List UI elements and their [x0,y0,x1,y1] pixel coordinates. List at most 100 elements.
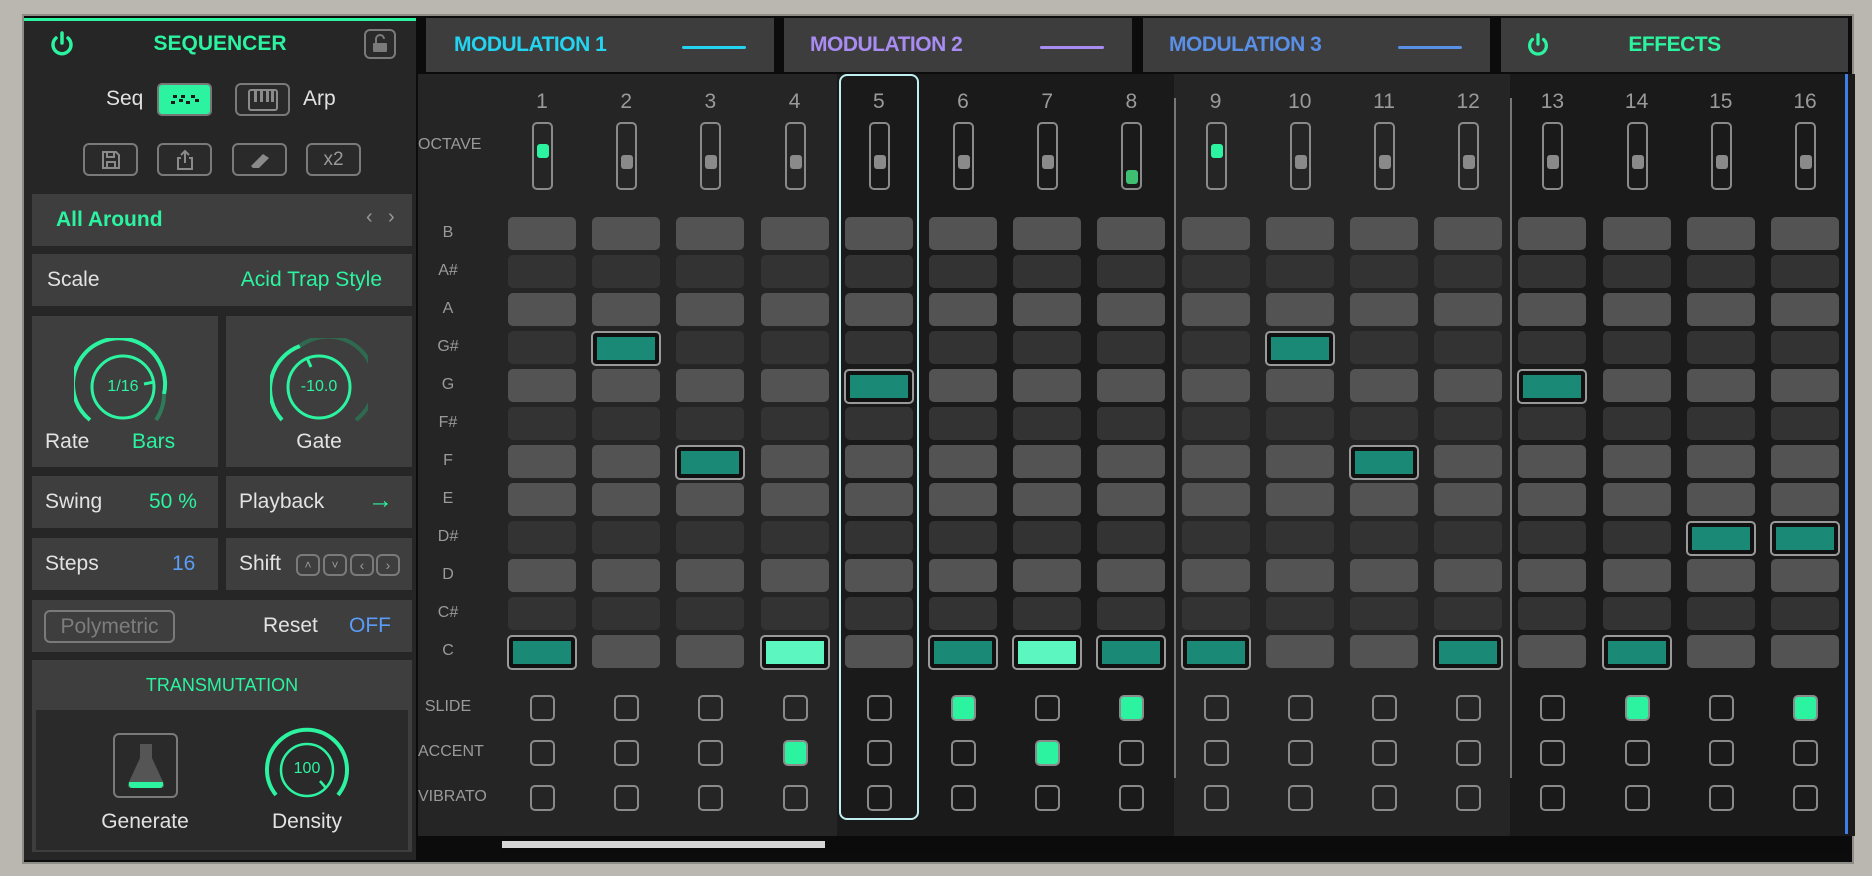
slide-toggle[interactable] [614,695,640,721]
note-cell[interactable] [1518,293,1587,326]
note-cell[interactable] [676,293,745,326]
slide-toggle[interactable] [1035,695,1061,721]
note-cell[interactable] [592,445,661,478]
note-cell[interactable] [760,407,829,440]
note-cell[interactable] [592,521,661,554]
note-cell[interactable] [1350,521,1418,554]
note-cell[interactable] [929,255,997,288]
slide-toggle[interactable] [1540,695,1566,721]
note-cell-active[interactable] [1770,521,1840,556]
note-cell[interactable] [760,293,829,326]
note-cell[interactable] [1013,255,1082,288]
note-cell[interactable] [1181,445,1250,478]
octave-slider[interactable] [1289,122,1311,190]
note-cell[interactable] [676,407,745,440]
arp-mode-button[interactable] [235,83,290,116]
vibrato-toggle[interactable] [782,785,808,811]
note-cell[interactable] [1602,559,1671,592]
horizontal-scrollbar[interactable] [500,836,1848,854]
note-cell[interactable] [1181,369,1250,402]
vibrato-toggle[interactable] [1708,785,1734,811]
shift-right-button[interactable]: › [376,554,400,576]
note-cell[interactable] [1265,407,1334,440]
note-cell[interactable] [676,559,745,592]
note-cell[interactable] [1686,255,1755,288]
note-cell[interactable] [1434,293,1503,326]
generate-button[interactable] [113,733,178,798]
note-cell[interactable] [1013,293,1082,326]
note-cell[interactable] [1181,331,1250,364]
note-cell[interactable] [760,597,829,630]
octave-handle[interactable] [1547,155,1560,169]
octave-slider[interactable] [784,122,806,190]
vibrato-toggle[interactable] [1035,785,1061,811]
octave-slider[interactable] [1458,122,1480,190]
note-cell[interactable] [760,217,829,250]
playback-control[interactable]: Playback → [226,476,412,528]
seq-mode-button[interactable] [157,83,212,116]
note-cell[interactable] [592,369,661,402]
note-cell[interactable] [1013,521,1082,554]
note-cell[interactable] [1434,483,1503,516]
note-cell[interactable] [1771,255,1839,288]
note-cell[interactable] [1602,483,1671,516]
note-cell[interactable] [1181,255,1250,288]
note-cell[interactable] [1181,217,1250,250]
slide-toggle[interactable] [1456,695,1482,721]
note-cell[interactable] [676,255,745,288]
note-cell-active[interactable] [675,445,746,480]
note-cell[interactable] [1265,521,1334,554]
lock-button[interactable] [364,29,396,59]
note-cell[interactable] [1771,407,1839,440]
next-preset-icon[interactable]: › [388,206,395,229]
note-cell[interactable] [1013,407,1082,440]
octave-slider[interactable] [1374,122,1395,190]
note-cell[interactable] [1518,635,1587,668]
accent-toggle[interactable] [1372,740,1397,766]
note-cell[interactable] [1518,445,1587,478]
note-cell[interactable] [1518,407,1587,440]
note-cell[interactable] [1518,597,1587,630]
note-cell[interactable] [592,559,661,592]
note-cell[interactable] [1771,369,1839,402]
note-cell[interactable] [508,597,576,630]
note-cell-active[interactable] [759,635,830,670]
note-cell[interactable] [1434,369,1503,402]
note-cell[interactable] [929,597,997,630]
shift-up-button[interactable]: ˄ [296,554,320,576]
note-cell[interactable] [1518,521,1587,554]
note-cell[interactable] [929,483,997,516]
slide-toggle[interactable] [782,695,808,721]
note-cell[interactable] [1434,559,1503,592]
tab-modulation-3[interactable]: MODULATION 3 [1143,18,1490,72]
note-cell[interactable] [1518,483,1587,516]
octave-handle[interactable] [1210,144,1223,158]
note-cell-active[interactable] [507,635,577,670]
note-cell[interactable] [592,217,661,250]
note-cell[interactable] [1350,483,1418,516]
note-cell[interactable] [676,369,745,402]
slide-toggle[interactable] [698,695,724,721]
note-cell[interactable] [1350,255,1418,288]
note-cell[interactable] [592,483,661,516]
note-cell[interactable] [1686,483,1755,516]
note-cell[interactable] [929,217,997,250]
octave-slider[interactable] [953,122,974,190]
note-cell[interactable] [1350,293,1418,326]
accent-toggle[interactable] [1456,740,1482,766]
note-cell[interactable] [1434,255,1503,288]
vibrato-toggle[interactable] [951,785,976,811]
note-cell[interactable] [1097,407,1166,440]
vibrato-toggle[interactable] [1287,785,1313,811]
note-cell[interactable] [1771,293,1839,326]
note-cell[interactable] [1097,445,1166,478]
note-cell[interactable] [508,217,576,250]
slide-toggle[interactable] [1119,695,1145,721]
octave-handle[interactable] [1631,155,1644,169]
note-cell-active[interactable] [1349,445,1419,480]
note-cell[interactable] [1518,255,1587,288]
tab-effects[interactable]: EFFECTS [1501,18,1848,72]
slide-toggle[interactable] [1287,695,1313,721]
note-cell[interactable] [1434,217,1503,250]
note-cell[interactable] [760,369,829,402]
